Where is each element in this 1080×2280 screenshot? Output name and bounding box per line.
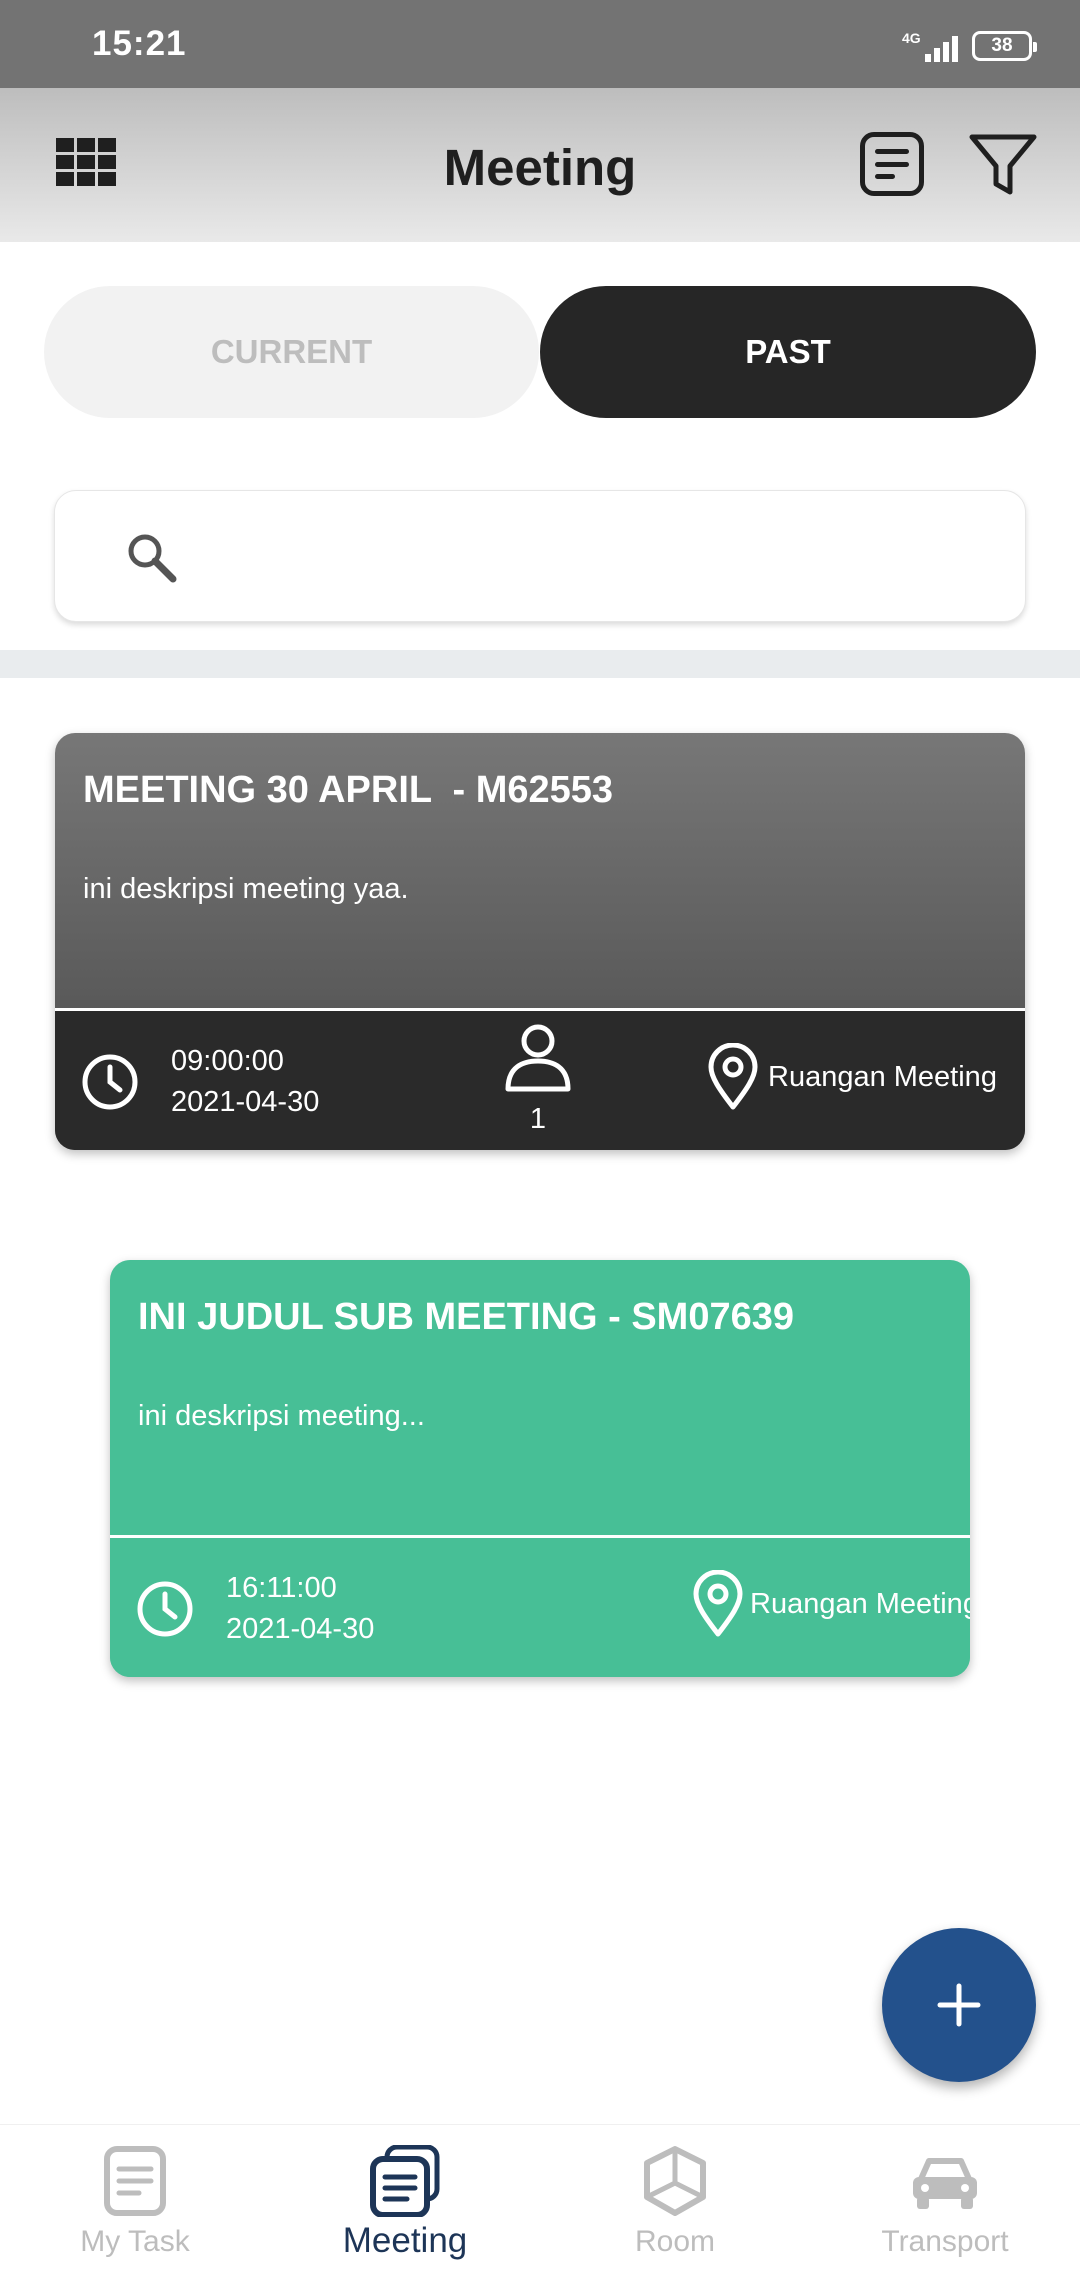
location-pin-icon [708,1043,758,1110]
nav-item-transport[interactable]: Transport [810,2125,1080,2280]
sub-meeting-card-footer: 16:11:00 2021-04-30 Ruangan Meeting [110,1535,970,1677]
meeting-card[interactable]: MEETING 30 APRIL - M62553 ini deskripsi … [55,733,1025,1150]
search-bar[interactable] [54,490,1026,622]
cube-icon [644,2146,706,2216]
nav-label-room: Room [634,2225,716,2258]
status-time: 15:21 [92,24,187,63]
meeting-date: 2021-04-30 [171,1086,320,1118]
clock-icon [82,1054,138,1110]
person-icon [505,1024,571,1092]
stacked-list-icon [370,2145,440,2217]
nav-label-meeting: Meeting [342,2221,468,2260]
meeting-datetime: 09:00:00 2021-04-30 [171,1041,319,1123]
list-view-icon[interactable] [860,132,924,196]
sub-meeting-time: 16:11:00 [226,1572,337,1604]
sub-meeting-location: Ruangan Meeting [750,1588,970,1620]
sub-meeting-description: ini deskripsi meeting... [138,1400,425,1432]
sub-meeting-datetime: 16:11:00 2021-04-30 [226,1568,374,1650]
meeting-description: ini deskripsi meeting yaa. [83,873,409,905]
plus-icon [937,1983,981,2027]
participant-count: 1 [529,1103,547,1135]
meeting-time: 09:00:00 [171,1045,284,1077]
battery-level: 38 [991,35,1013,56]
app-bar: Meeting [0,88,1080,242]
clipboard-icon [104,2146,166,2216]
search-input[interactable] [205,521,985,593]
meeting-location: Ruangan Meeting [768,1061,997,1093]
section-divider [0,650,1080,678]
signal-icon: 4G [902,28,958,64]
car-icon [913,2158,977,2209]
nav-label-transport: Transport [881,2225,1009,2258]
tab-current[interactable]: CURRENT [44,286,539,418]
sub-meeting-title: INI JUDUL SUB MEETING - SM07639 [138,1296,795,1338]
nav-item-room[interactable]: Room [540,2125,810,2280]
network-type: 4G [902,30,921,46]
nav-item-meeting[interactable]: Meeting [270,2125,540,2280]
add-meeting-button[interactable] [882,1928,1036,2082]
bottom-navigation: My Task Meeting Room Transport [0,2124,1080,2280]
clock-icon [137,1581,193,1637]
meeting-title: MEETING 30 APRIL - M62553 [83,769,614,811]
status-bar: 15:21 4G 38 [0,0,1080,88]
tab-past[interactable]: PAST [540,286,1036,418]
filter-icon[interactable] [968,132,1038,198]
nav-label-my-task: My Task [80,2225,190,2258]
location-pin-icon [693,1570,743,1637]
search-icon [128,534,177,583]
battery-icon: 38 [972,31,1037,61]
sub-meeting-date: 2021-04-30 [226,1613,375,1645]
sub-meeting-card[interactable]: INI JUDUL SUB MEETING - SM07639 ini desk… [110,1260,970,1677]
status-indicators: 4G 38 [902,26,1037,66]
nav-item-my-task[interactable]: My Task [0,2125,270,2280]
meeting-card-footer: 09:00:00 2021-04-30 1 Ruangan Meeting [55,1008,1025,1150]
